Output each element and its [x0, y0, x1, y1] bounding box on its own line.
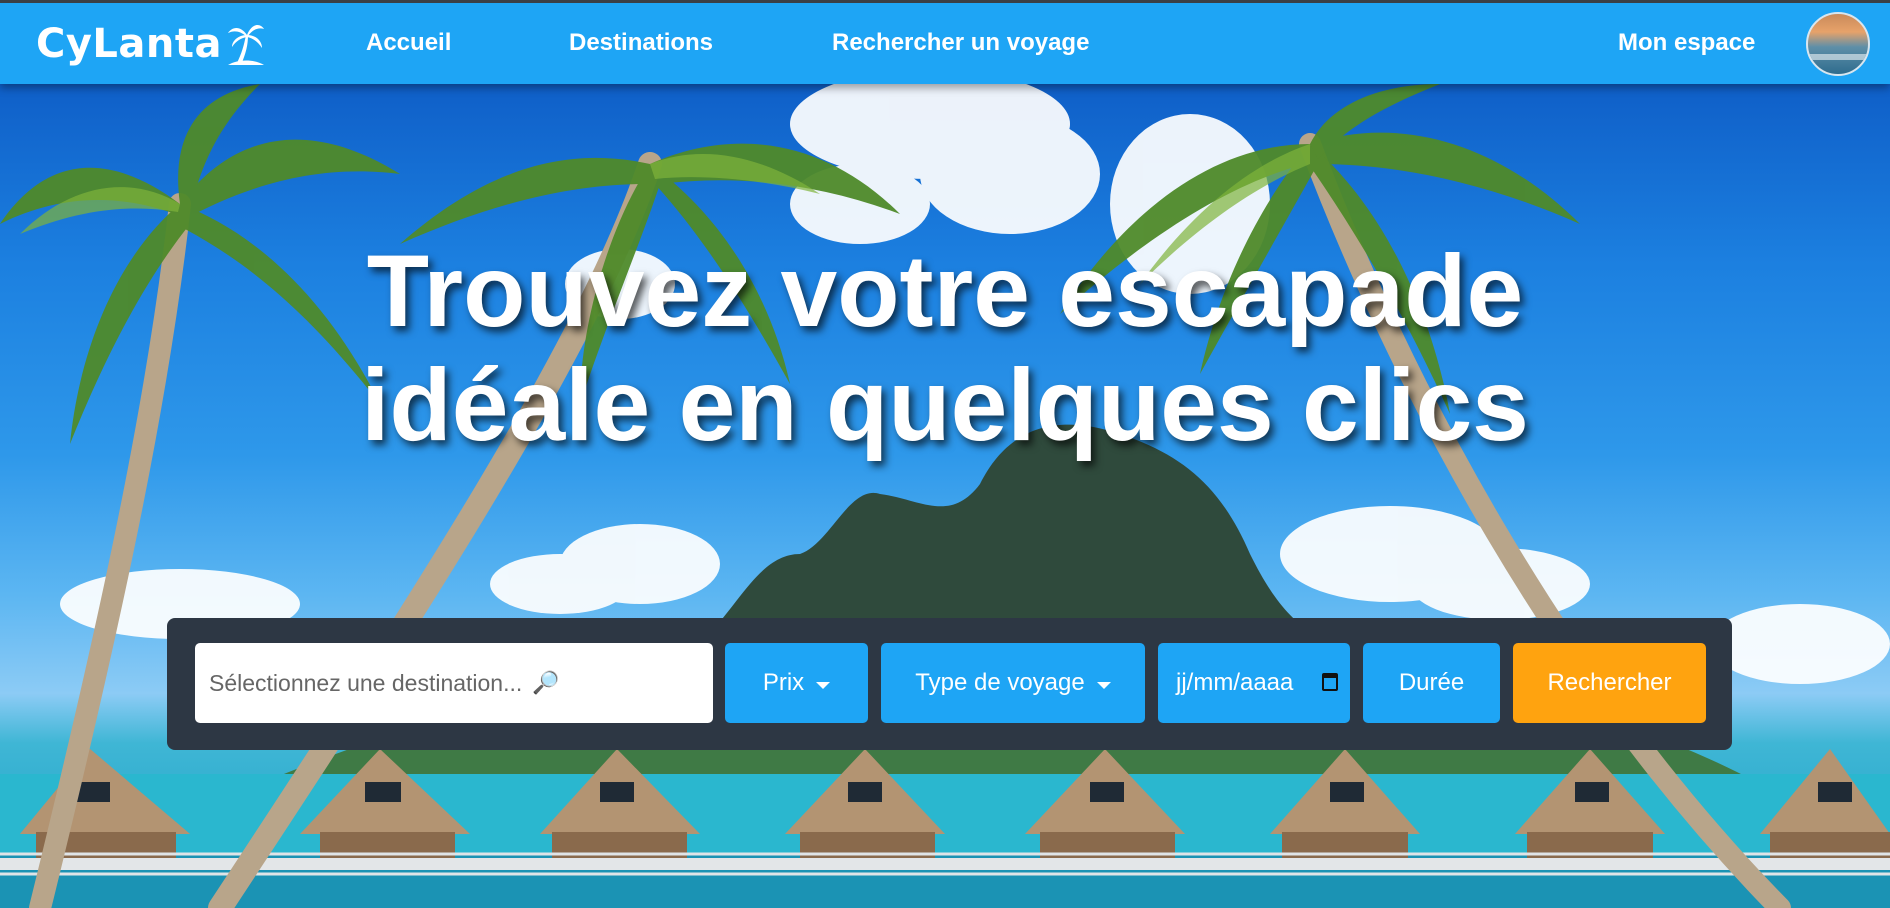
brand-name: CyLanta — [36, 21, 222, 67]
nav-link-rechercher-voyage[interactable]: Rechercher un voyage — [832, 29, 1089, 57]
duration-label: Durée — [1398, 669, 1465, 696]
caret-down-icon — [1096, 681, 1111, 689]
hero-banner: Trouvez votre escapade idéale en quelque… — [0, 84, 1890, 908]
caret-down-icon — [816, 681, 831, 689]
user-avatar[interactable] — [1806, 12, 1870, 76]
price-dropdown[interactable]: Prix — [725, 643, 868, 723]
hero-headline: Trouvez votre escapade idéale en quelque… — [0, 234, 1890, 462]
date-input[interactable]: jj/mm/aaaa — [1158, 643, 1350, 723]
trip-type-dropdown-label: Type de voyage — [915, 669, 1085, 696]
palm-tree-icon — [228, 25, 264, 65]
trip-type-dropdown[interactable]: Type de voyage — [881, 643, 1145, 723]
hero-headline-line-1: Trouvez votre escapade — [366, 234, 1524, 348]
nav-link-mon-espace[interactable]: Mon espace — [1618, 29, 1755, 57]
hero-background-image — [0, 84, 1890, 908]
search-submit-button[interactable]: Rechercher — [1513, 643, 1706, 723]
hero-headline-line-2: idéale en quelques clics — [361, 348, 1529, 462]
price-dropdown-label: Prix — [762, 669, 805, 696]
duration-button[interactable]: Durée — [1363, 643, 1500, 723]
top-navbar: CyLanta Accueil Destinations Rechercher … — [0, 0, 1890, 84]
calendar-icon[interactable] — [1322, 673, 1338, 691]
nav-link-accueil[interactable]: Accueil — [366, 29, 451, 57]
brand-logo[interactable]: CyLanta — [36, 19, 266, 69]
search-panel: Sélectionnez une destination... 🔎 Prix T… — [167, 618, 1732, 750]
magnifier-icon: 🔎 — [532, 670, 560, 695]
date-placeholder: jj/mm/aaaa — [1176, 669, 1294, 696]
nav-link-destinations[interactable]: Destinations — [569, 29, 713, 57]
search-submit-label: Rechercher — [1547, 669, 1672, 696]
destination-select[interactable]: Sélectionnez une destination... 🔎 — [195, 643, 713, 723]
destination-placeholder: Sélectionnez une destination... — [209, 669, 523, 696]
